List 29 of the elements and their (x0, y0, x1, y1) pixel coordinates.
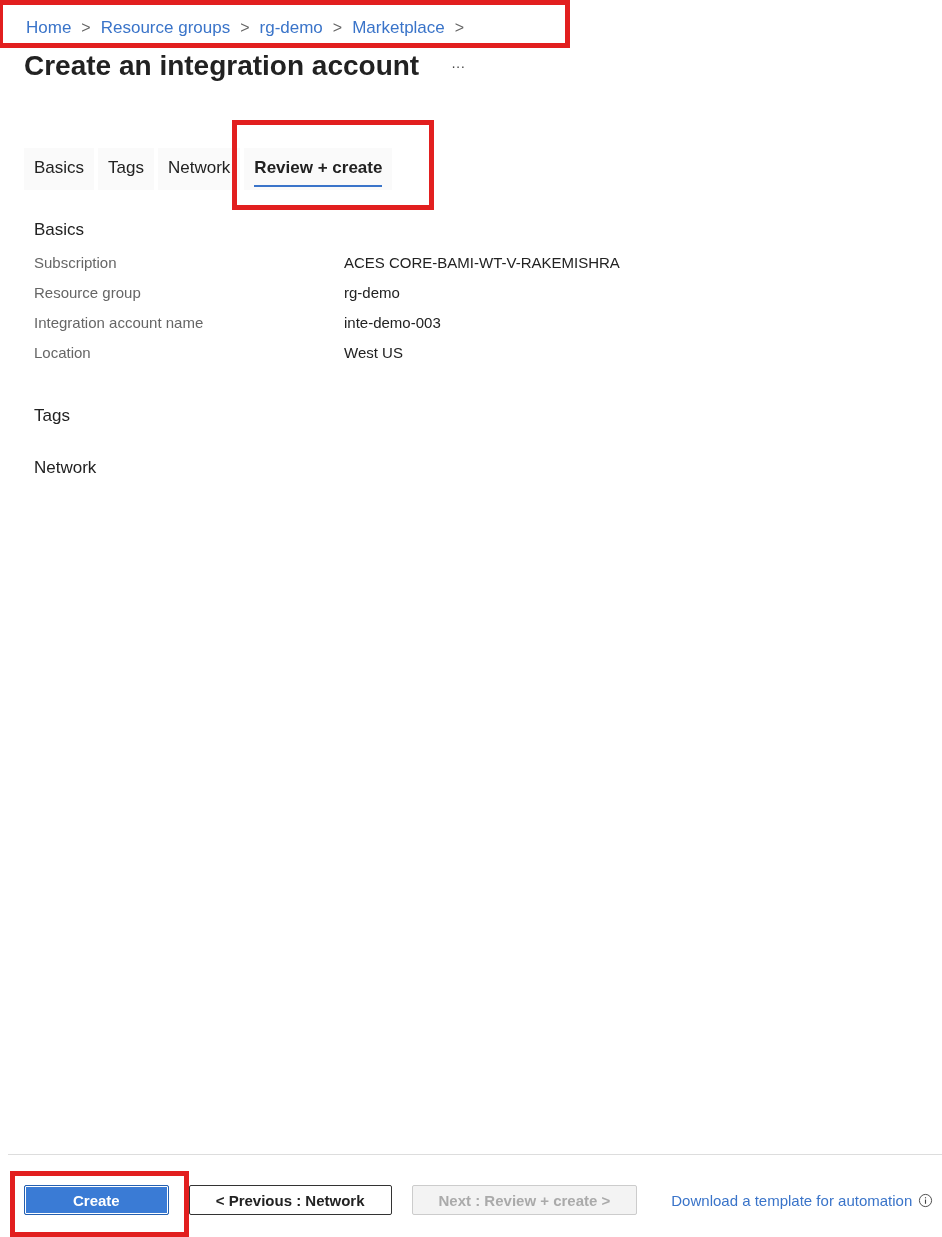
breadcrumb-link[interactable]: Marketplace (352, 18, 445, 38)
tab[interactable]: Basics (24, 148, 95, 190)
section-heading: Network (34, 458, 98, 478)
tab[interactable]: Network (158, 148, 241, 190)
breadcrumb-separator: > (240, 19, 250, 37)
field-label: Subscription (34, 254, 118, 271)
nav-button[interactable]: < Previous : Network (188, 1185, 392, 1215)
tab[interactable]: Review + create (244, 148, 393, 190)
section-heading: Tags (34, 406, 71, 426)
create-button[interactable]: Create (24, 1185, 169, 1215)
breadcrumb-separator: > (332, 19, 343, 37)
page-title: Create an integration account (24, 50, 420, 82)
field-label: Integration account name (34, 314, 205, 331)
field-value: rg-demo (344, 284, 401, 301)
field-value: ACES CORE-BAMI-WT-V-RAKEMISHRA (344, 254, 621, 271)
breadcrumb-separator: > (454, 19, 465, 37)
breadcrumb-separator: > (81, 19, 91, 37)
download-template-link[interactable]: Download a template for automation (671, 1191, 913, 1209)
field-label: Resource group (34, 284, 142, 301)
tab[interactable]: Tags (98, 148, 154, 190)
breadcrumb-link[interactable]: Home (26, 18, 72, 38)
section-heading: Basics (34, 220, 86, 240)
breadcrumb-link[interactable]: rg-demo (259, 18, 323, 38)
field-value: inte-demo-003 (344, 314, 442, 331)
breadcrumb-link[interactable]: Resource groups (100, 18, 231, 38)
field-value: West US (344, 344, 404, 361)
info-icon[interactable] (918, 1192, 934, 1208)
more-options-button[interactable]: ··· (451, 58, 466, 74)
field-label: Location (34, 344, 92, 361)
